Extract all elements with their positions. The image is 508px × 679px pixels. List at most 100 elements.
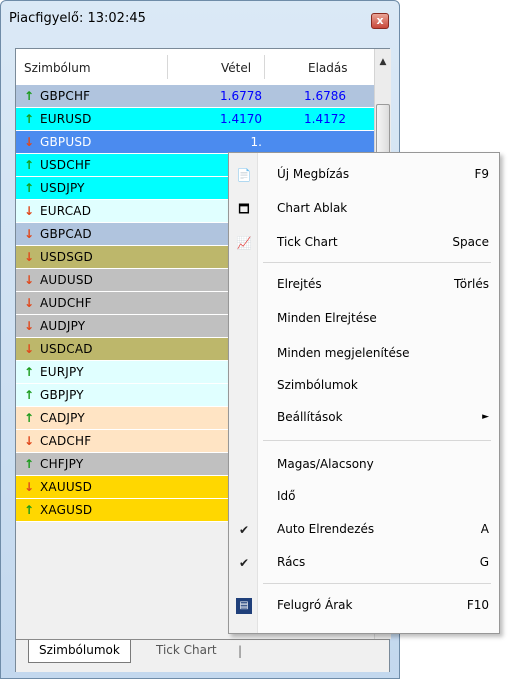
menu-shortcut: G: [479, 555, 489, 569]
popup-prices-icon: ▤: [236, 598, 252, 614]
menu-item[interactable]: ✔ Rács G: [229, 551, 499, 575]
menu-shortcut: Space: [452, 235, 489, 249]
arrow-up-icon: ↑: [24, 457, 35, 471]
menu-item-label: Tick Chart: [277, 235, 338, 249]
tab-tick-chart[interactable]: Tick Chart: [146, 640, 227, 662]
column-header: Szimbólum Vétel Eladás: [16, 49, 374, 86]
scroll-up-icon[interactable]: ▲: [377, 57, 389, 73]
ask-price: 1.4172: [304, 112, 346, 126]
tick-chart-icon: 📈: [236, 236, 252, 250]
bid-price: 1.6778: [220, 89, 262, 103]
arrow-down-icon: ↓: [24, 135, 35, 149]
header-symbol[interactable]: Szimbólum: [24, 61, 91, 75]
header-divider[interactable]: [167, 55, 168, 79]
arrow-up-icon: ↑: [24, 365, 35, 379]
ask-price: 1.6786: [304, 89, 346, 103]
menu-separator: [263, 262, 491, 263]
symbol-name: EURUSD: [40, 112, 92, 126]
symbol-name: EURCAD: [40, 204, 92, 218]
menu-item[interactable]: Elrejtés Törlés: [229, 273, 499, 297]
menu-item[interactable]: ✔ Auto Elrendezés A: [229, 518, 499, 542]
arrow-down-icon: ↓: [24, 273, 35, 287]
table-row[interactable]: ↑ EURUSD 1.4170 1.4172: [16, 108, 374, 131]
menu-item[interactable]: Minden Elrejtése: [229, 307, 499, 331]
new-order-icon: 📄: [236, 168, 252, 182]
menu-item-label: Idő: [277, 489, 296, 503]
arrow-up-icon: ↑: [24, 89, 35, 103]
symbol-name: XAGUSD: [40, 503, 93, 517]
chart-window-icon: 🗖: [238, 202, 250, 216]
table-row[interactable]: ↓ GBPUSD 1.: [16, 131, 374, 154]
menu-item[interactable]: 📈 Tick Chart Space: [229, 231, 499, 255]
symbol-name: XAUUSD: [40, 480, 93, 494]
close-button[interactable]: x: [371, 13, 389, 29]
arrow-up-icon: ↑: [24, 158, 35, 172]
symbol-name: USDCHF: [40, 158, 92, 172]
arrow-up-icon: ↑: [24, 411, 35, 425]
menu-item[interactable]: 📄 Új Megbízás F9: [229, 163, 499, 187]
menu-item-label: Új Megbízás: [277, 167, 350, 181]
symbol-name: USDSGD: [40, 250, 93, 264]
header-ask[interactable]: Eladás: [308, 61, 348, 75]
menu-item-label: Szimbólumok: [277, 378, 358, 392]
window-title: Piacfigyelő: 13:02:45: [9, 11, 146, 26]
menu-item[interactable]: ▤ Felugró Árak F10: [229, 594, 499, 618]
symbol-name: GBPJPY: [40, 388, 84, 402]
menu-item[interactable]: 🗖 Chart Ablak: [229, 197, 499, 221]
menu-item[interactable]: Magas/Alacsony: [229, 453, 499, 477]
arrow-down-icon: ↓: [24, 227, 35, 241]
symbol-name: GBPCHF: [40, 89, 91, 103]
arrow-up-icon: ↑: [24, 181, 35, 195]
symbol-name: USDJPY: [40, 181, 85, 195]
symbol-name: CADJPY: [40, 411, 85, 425]
menu-item[interactable]: Minden megjelenítése: [229, 342, 499, 366]
menu-item-label: Beállítások: [277, 410, 343, 424]
submenu-arrow-icon: ►: [482, 412, 489, 422]
arrow-down-icon: ↓: [24, 342, 35, 356]
menu-item[interactable]: Idő: [229, 485, 499, 509]
context-menu: 📄 Új Megbízás F9 🗖 Chart Ablak 📈 Tick Chart Spa…: [228, 152, 500, 634]
symbol-name: CHFJPY: [40, 457, 84, 471]
menu-item[interactable]: Beállítások ►: [229, 406, 499, 430]
tab-bar: Szimbólumok Tick Chart |: [16, 639, 389, 672]
check-icon: ✔: [238, 556, 250, 570]
menu-item-label: Auto Elrendezés: [277, 522, 375, 536]
header-bid[interactable]: Vétel: [221, 61, 251, 75]
tab-divider: |: [238, 644, 243, 658]
symbol-name: CADCHF: [40, 434, 92, 448]
menu-shortcut: A: [480, 522, 489, 536]
menu-separator: [263, 440, 491, 441]
symbol-name: USDCAD: [40, 342, 93, 356]
menu-item-label: Magas/Alacsony: [277, 457, 374, 471]
symbol-name: AUDJPY: [40, 319, 86, 333]
symbol-name: GBPUSD: [40, 135, 92, 149]
menu-item-label: Felugró Árak: [277, 598, 353, 612]
symbol-name: EURJPY: [40, 365, 84, 379]
arrow-down-icon: ↓: [24, 296, 35, 310]
tab-symbols[interactable]: Szimbólumok: [28, 640, 131, 663]
symbol-name: GBPCAD: [40, 227, 92, 241]
symbol-name: AUDCHF: [40, 296, 92, 310]
arrow-down-icon: ↓: [24, 434, 35, 448]
menu-shortcut: F10: [466, 598, 489, 612]
menu-item-label: Minden megjelenítése: [277, 346, 410, 360]
menu-item[interactable]: Szimbólumok: [229, 374, 499, 398]
header-divider[interactable]: [264, 55, 265, 79]
menu-item-label: Elrejtés: [277, 277, 322, 291]
menu-shortcut: Törlés: [453, 277, 489, 291]
arrow-up-icon: ↑: [24, 112, 35, 126]
menu-item-label: Rács: [277, 555, 306, 569]
menu-shortcut: F9: [474, 167, 489, 181]
arrow-down-icon: ↓: [24, 204, 35, 218]
bid-price: 1.: [250, 135, 262, 149]
bid-price: 1.4170: [220, 112, 262, 126]
menu-separator: [263, 583, 491, 584]
table-row[interactable]: ↑ GBPCHF 1.6778 1.6786: [16, 85, 374, 108]
arrow-down-icon: ↓: [24, 250, 35, 264]
menu-item-label: Minden Elrejtése: [277, 311, 377, 325]
arrow-up-icon: ↑: [24, 388, 35, 402]
menu-item-label: Chart Ablak: [277, 201, 348, 215]
check-icon: ✔: [238, 523, 250, 537]
arrow-down-icon: ↓: [24, 319, 35, 333]
arrow-up-icon: ↑: [24, 503, 35, 517]
